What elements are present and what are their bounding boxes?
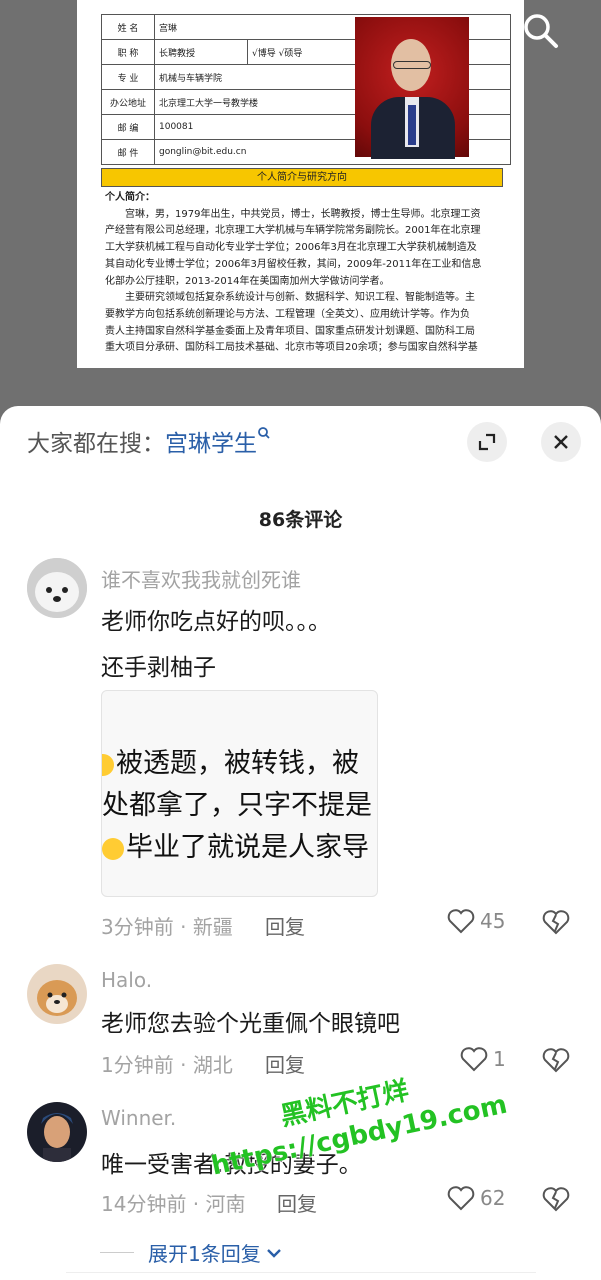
comment-count: 86条评论 — [258, 509, 343, 531]
comment-image[interactable]: 被透题，被转钱，被 处都拿了，只字不提是 毕业了就说是人家导 — [101, 690, 378, 897]
comment-text: 老师你吃点好的呗。。。 — [101, 609, 331, 635]
avatar[interactable] — [27, 1102, 87, 1162]
like-button[interactable]: 62 — [447, 1185, 505, 1211]
like-button[interactable]: 45 — [447, 908, 505, 934]
comment-location: 新疆 — [192, 915, 233, 939]
portrait-avatar-icon — [27, 1102, 87, 1162]
close-icon — [554, 435, 568, 449]
comment-author[interactable]: 谁不喜欢我我就创死谁 — [101, 564, 301, 593]
row-key: 邮 编 — [101, 114, 155, 140]
bio-line: 化部办公厅挂职，2013-2014年在美国南加州大学做访问学者。 — [105, 275, 390, 287]
comment-meta: 3分钟前 · 新疆 — [101, 915, 233, 939]
reply-button[interactable]: 回复 — [265, 911, 305, 940]
chevron-down-icon — [266, 1248, 281, 1258]
emoji-icon — [102, 753, 114, 776]
bio-line: 宫琳，男，1979年出生，中共党员，博士，长聘教授，博士生导师。北京理工资 — [125, 208, 481, 220]
image-text-line: 毕业了就说是人家导 — [126, 832, 369, 863]
bio-heading: 个人简介： — [105, 192, 155, 203]
reply-button[interactable]: 回复 — [277, 1188, 317, 1217]
avatar[interactable] — [27, 964, 87, 1024]
bio-line: 主要研究领域包括复杂系统设计与创新、数据科学、知识工程、智能制造等。主 — [125, 292, 475, 304]
comment-location: 湖北 — [192, 1053, 233, 1077]
comment-location: 河南 — [205, 1192, 246, 1216]
row-key: 办公地址 — [101, 89, 155, 115]
heart-icon — [447, 909, 475, 934]
comment-time: 1分钟前 — [101, 1053, 174, 1077]
bio-line: 产经营有限公司总经理，北京理工大学机械与车辆学院常务副院长。2001年在北京理 — [105, 225, 481, 237]
portrait-photo — [355, 17, 469, 159]
row-key: 邮 件 — [101, 139, 155, 165]
bio-line: 其自动化专业博士学位；2006年3月留校任教，其间，2009年-2011年在工业… — [105, 258, 482, 270]
comment-author[interactable]: Winner. — [101, 1106, 176, 1130]
comment-text: 还手剥柚子 — [101, 655, 216, 681]
dislike-button[interactable] — [542, 1047, 570, 1077]
heart-icon — [447, 1186, 475, 1211]
bio-text: 个人简介： 宫琳，男，1979年出生，中共党员，博士，长聘教授，博士生导师。北京… — [105, 190, 503, 357]
like-count: 62 — [480, 1186, 506, 1210]
broken-heart-icon — [542, 1048, 570, 1073]
dog-avatar-icon — [27, 558, 87, 618]
avatar[interactable] — [27, 558, 87, 618]
close-button[interactable] — [541, 422, 581, 462]
comment-meta: 14分钟前 · 河南 — [101, 1192, 246, 1216]
image-text-line: 被透题，被转钱，被 — [116, 748, 359, 779]
comment-time: 14分钟前 — [101, 1192, 187, 1216]
expand-replies-button[interactable]: 展开1条回复 — [100, 1238, 283, 1267]
like-count: 45 — [480, 909, 506, 933]
comment-meta: 1分钟前 · 湖北 — [101, 1053, 233, 1077]
search-icon[interactable] — [520, 10, 562, 52]
fullscreen-icon — [478, 433, 496, 451]
bio-line: 责人主持国家自然科学基金委面上及青年项目、国家重点研发计划课题、国防科工局 — [105, 325, 475, 337]
search-suggestion[interactable]: 大家都在搜：宫琳学生 — [27, 424, 271, 458]
dislike-button[interactable] — [542, 1186, 570, 1216]
search-small-icon — [258, 427, 270, 439]
comment-time: 3分钟前 — [101, 915, 174, 939]
broken-heart-icon — [542, 1187, 570, 1212]
bio-line: 重大项目分承研、国防科工局技术基础、北京市等项目20余项；参与国家自然科学基 — [105, 342, 478, 354]
row-key: 姓 名 — [101, 14, 155, 40]
suggestion-prefix: 大家都在搜： — [27, 431, 165, 457]
profile-document-image: 姓 名宫琳 职 称长聘教授 √博导 √硕导 专 业机械与车辆学院 办公地址 北京理工… — [77, 0, 524, 368]
section-title: 个人简介与研究方向 — [101, 168, 503, 187]
image-text-line: 处都拿了，只字不提是 — [102, 790, 372, 821]
comment-text: 老师您去验个光重佩个眼镜吧 — [101, 1011, 400, 1037]
comment-author[interactable]: Halo. — [101, 968, 152, 992]
row-value: 长聘教授 — [154, 39, 248, 65]
bio-line: 要教学方向包括系统创新理论与方法、工程管理（全英文）、应用统计学等。作为负 — [105, 308, 470, 320]
divider — [100, 1252, 134, 1253]
reply-button[interactable]: 回复 — [265, 1049, 305, 1078]
dislike-button[interactable] — [542, 909, 570, 939]
row-key: 职 称 — [101, 39, 155, 65]
bio-line: 工大学获机械工程与自动化专业学士学位；2006年3月在北京理工大学获机械制造及 — [105, 242, 477, 254]
bottom-divider — [66, 1272, 536, 1279]
row-key: 专 业 — [101, 64, 155, 90]
expand-fullscreen-button[interactable] — [467, 422, 507, 462]
emoji-icon — [102, 837, 124, 860]
shiba-avatar-icon — [27, 964, 87, 1024]
broken-heart-icon — [542, 910, 570, 935]
suggestion-query[interactable]: 宫琳学生 — [165, 431, 257, 457]
expand-replies-label: 展开1条回复 — [148, 1242, 261, 1266]
